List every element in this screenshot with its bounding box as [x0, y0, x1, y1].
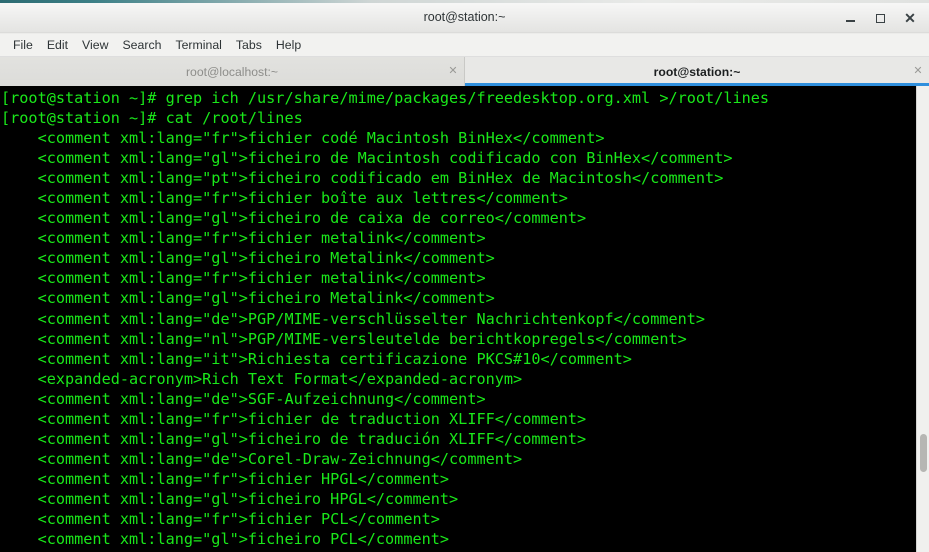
terminal-line: <comment xml:lang="it">Richiesta certifi… [1, 349, 632, 368]
terminal-line: <comment xml:lang="de">Corel-Draw-Zeichn… [1, 449, 523, 468]
close-button[interactable]: ✕ [895, 3, 925, 33]
terminal-line: [root@station ~]# cat /root/lines [1, 109, 303, 128]
menu-item-file[interactable]: File [6, 36, 40, 54]
terminal-line: <comment xml:lang="fr">fichier de traduc… [1, 409, 587, 428]
terminal-line: <comment xml:lang="fr">fichier HPGL</com… [1, 469, 450, 488]
menu-item-tabs[interactable]: Tabs [229, 36, 269, 54]
terminal-line: <comment xml:lang="de">PGP/MIME-verschlü… [1, 309, 706, 328]
window-title: root@station:~ [423, 10, 506, 24]
terminal-scrollbar[interactable] [916, 86, 929, 552]
minimize-button[interactable] [835, 3, 865, 33]
terminal-line: <comment xml:lang="gl">ficheiro de caixa… [1, 209, 587, 228]
terminal-text: [root@station ~]# grep ich /usr/share/mi… [0, 86, 905, 549]
terminal-line: <comment xml:lang="gl">ficheiro de Macin… [1, 149, 733, 168]
menu-item-help[interactable]: Help [269, 36, 308, 54]
menu-item-view[interactable]: View [75, 36, 115, 54]
terminal-window: root@station:~ ✕ File Edit View Search T… [0, 0, 929, 552]
close-icon: ✕ [904, 10, 916, 26]
menu-item-terminal[interactable]: Terminal [168, 36, 228, 54]
tab-close-icon[interactable]: ✕ [907, 66, 929, 77]
terminal-line: <comment xml:lang="gl">ficheiro de tradu… [1, 429, 587, 448]
maximize-button[interactable] [865, 3, 895, 33]
menu-item-edit[interactable]: Edit [40, 36, 75, 54]
terminal-line: <comment xml:lang="pt">ficheiro codifica… [1, 169, 724, 188]
window-controls: ✕ [835, 3, 925, 33]
menubar: File Edit View Search Terminal Tabs Help [0, 34, 929, 57]
tab-close-icon[interactable]: ✕ [442, 66, 464, 77]
minimize-icon [845, 20, 855, 22]
terminal-line: <comment xml:lang="fr">fichier boîte aux… [1, 189, 568, 208]
terminal-line: <comment xml:lang="de">SGF-Aufzeichnung<… [1, 389, 486, 408]
maximize-icon [875, 13, 885, 23]
terminal-line: <comment xml:lang="fr">fichier PCL</comm… [1, 509, 440, 528]
terminal-line: <comment xml:lang="fr">fichier codé Maci… [1, 129, 605, 148]
terminal-line: <comment xml:lang="fr">fichier metalink<… [1, 229, 486, 248]
menu-item-search[interactable]: Search [115, 36, 168, 54]
terminal-line: <comment xml:lang="gl">ficheiro PCL</com… [1, 530, 450, 549]
tab-label: root@station:~ [653, 64, 741, 79]
terminal-line: <comment xml:lang="gl">ficheiro Metalink… [1, 289, 495, 308]
terminal-line: <comment xml:lang="fr">fichier metalink<… [1, 269, 486, 288]
terminal-line: <expanded-acronym>Rich Text Format</expa… [1, 369, 523, 388]
tab-bar: root@localhost:~ ✕ root@station:~ ✕ [0, 57, 929, 86]
terminal-line: <comment xml:lang="nl">PGP/MIME-versleut… [1, 329, 687, 348]
window-titlebar[interactable]: root@station:~ ✕ [0, 3, 929, 33]
terminal-output-area[interactable]: [root@station ~]# grep ich /usr/share/mi… [0, 86, 929, 552]
terminal-line: <comment xml:lang="gl">ficheiro HPGL</co… [1, 489, 459, 508]
tab-root-station[interactable]: root@station:~ ✕ [465, 57, 929, 86]
terminal-line: <comment xml:lang="gl">ficheiro Metalink… [1, 249, 495, 268]
tab-label: root@localhost:~ [186, 64, 278, 79]
terminal-line: [root@station ~]# grep ich /usr/share/mi… [1, 89, 770, 107]
scrollbar-thumb[interactable] [920, 434, 927, 472]
tab-root-localhost[interactable]: root@localhost:~ ✕ [0, 57, 465, 86]
